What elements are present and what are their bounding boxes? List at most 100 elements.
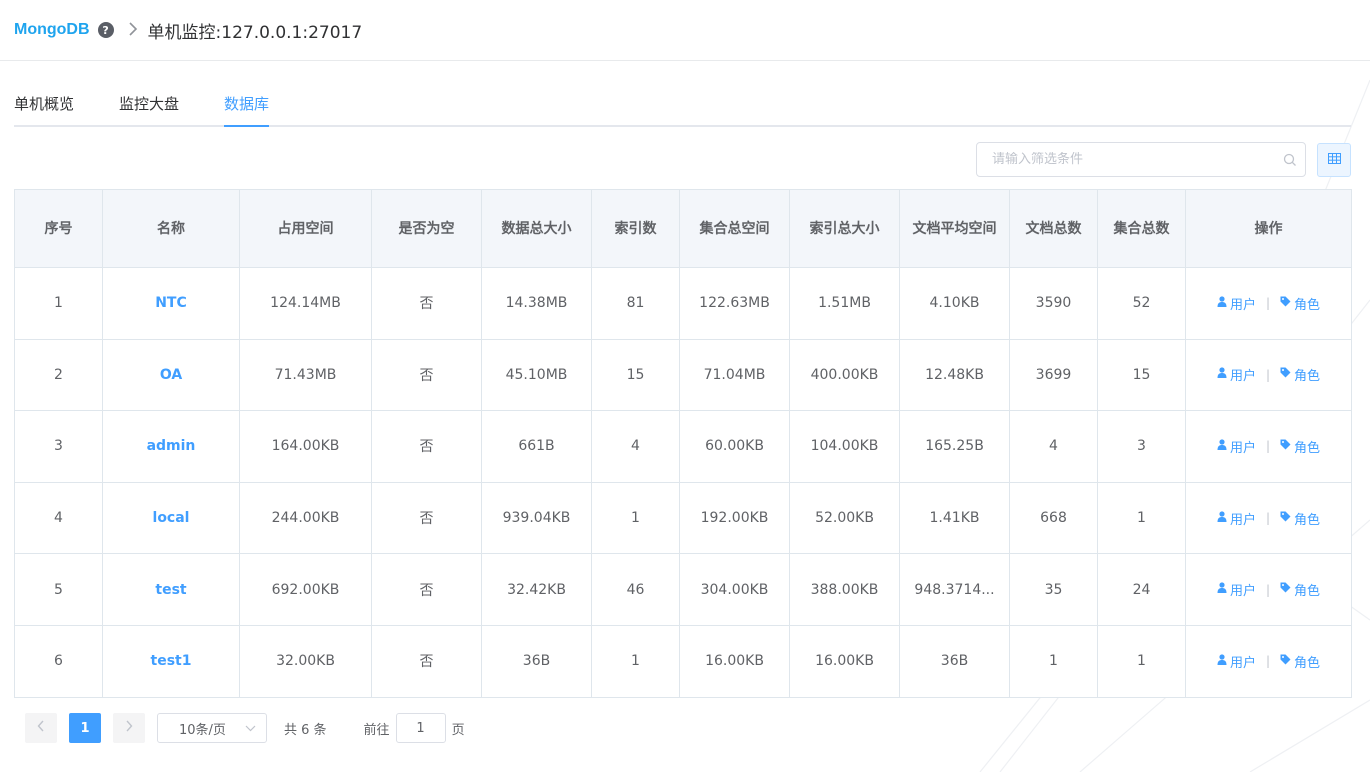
cell-data-size: 14.38MB [481, 267, 592, 340]
users-link[interactable]: 用户 [1217, 509, 1256, 528]
cell-collection-count: 24 [1097, 553, 1186, 626]
next-page-button[interactable] [113, 713, 145, 743]
cell-collection-size: 122.63MB [679, 267, 790, 340]
cell-collection-size: 71.04MB [679, 338, 790, 412]
goto-suffix: 页 [451, 722, 465, 738]
cell-name[interactable]: OA [102, 338, 240, 412]
cell-is-empty: 否 [371, 481, 482, 555]
cell-doc-count: 668 [1009, 481, 1098, 555]
action-divider: | [1265, 511, 1271, 526]
cell-name[interactable]: test1 [102, 624, 240, 698]
cell-doc-count: 1 [1009, 624, 1098, 698]
cell-index-count: 15 [591, 338, 680, 412]
user-icon [1217, 296, 1230, 311]
table-grid-button[interactable] [1317, 143, 1351, 177]
cell-index: 4 [14, 481, 103, 555]
cell-is-empty: 否 [371, 410, 482, 483]
user-icon [1217, 510, 1230, 526]
tag-icon [1280, 654, 1294, 669]
cell-index-count: 4 [591, 410, 680, 483]
cell-avg-doc-size: 165.25B [899, 410, 1010, 483]
cell-collection-size: 60.00KB [679, 410, 790, 483]
users-link[interactable]: 用户 [1217, 580, 1256, 599]
page-size-value: 10条/页 [179, 722, 226, 738]
users-link-label: 用户 [1229, 297, 1256, 313]
roles-link[interactable]: 角色 [1280, 365, 1320, 384]
cell-index-count: 46 [591, 553, 680, 626]
cell-index: 1 [14, 267, 103, 340]
col-avg-doc-size: 文档平均空间 [899, 189, 1010, 268]
cell-name[interactable]: test [102, 553, 240, 626]
top-header: MongoDB ? 单机监控:127.0.0.1:27017 [0, 0, 1370, 61]
roles-link[interactable]: 角色 [1280, 652, 1320, 671]
users-link[interactable]: 用户 [1217, 365, 1256, 384]
cell-index-size: 104.00KB [789, 410, 900, 483]
search-icon[interactable] [1275, 153, 1305, 167]
table-row: 3 admin 164.00KB 否 661B 4 60.00KB 104.00KB 165.2… [14, 410, 1352, 483]
page-number-button[interactable]: 1 [69, 713, 101, 743]
search-input[interactable] [992, 152, 1275, 167]
tag-icon [1280, 511, 1294, 526]
cell-storage-size: 164.00KB [239, 410, 372, 483]
cell-avg-doc-size: 948.3714... [899, 553, 1010, 626]
cell-name[interactable]: local [102, 481, 240, 555]
row-actions: 用户 | 角色 [1194, 652, 1343, 671]
cell-actions: 用户 | 角色 [1185, 624, 1352, 698]
cell-data-size: 36B [481, 624, 592, 698]
cell-collection-size: 192.00KB [679, 481, 790, 555]
brand-logo[interactable]: MongoDB [14, 21, 90, 39]
tab-databases[interactable]: 数据库 [224, 88, 270, 127]
cell-index-size: 52.00KB [789, 481, 900, 555]
cell-collection-count: 3 [1097, 410, 1186, 483]
cell-name[interactable]: admin [102, 410, 240, 483]
users-link[interactable]: 用户 [1217, 437, 1256, 456]
user-icon [1217, 582, 1230, 597]
tag-icon [1280, 367, 1294, 382]
users-link[interactable]: 用户 [1217, 294, 1256, 313]
cell-index: 2 [14, 338, 103, 412]
prev-page-button[interactable] [25, 713, 57, 743]
cell-actions: 用户 | 角色 [1185, 481, 1352, 555]
col-index-size: 索引总大小 [789, 189, 900, 268]
question-circle-icon[interactable]: ? [97, 22, 114, 38]
chevron-right-icon [128, 21, 138, 40]
goto-label: 前往 [363, 722, 390, 738]
action-divider: | [1265, 367, 1271, 382]
database-table: 序号 名称 占用空间 是否为空 数据总大小 索引数 集合总空间 索引总大小 文档平均空间 文档总数… [14, 189, 1352, 698]
table-row: 2 OA 71.43MB 否 45.10MB 15 71.04MB 400.00KB 12.48… [14, 338, 1352, 412]
cell-actions: 用户 | 角色 [1185, 267, 1352, 340]
cell-storage-size: 692.00KB [239, 553, 372, 626]
cell-is-empty: 否 [371, 553, 482, 626]
page-size-select[interactable]: 10条/页 [157, 713, 267, 743]
tab-dashboard[interactable]: 监控大盘 [119, 88, 179, 125]
pagination: 1 10条/页 共 6 条 前往 1 页 [25, 712, 465, 744]
cell-index-size: 400.00KB [789, 338, 900, 412]
roles-link[interactable]: 角色 [1280, 509, 1320, 528]
roles-link[interactable]: 角色 [1280, 580, 1320, 599]
col-collection-count: 集合总数 [1097, 189, 1186, 268]
user-icon [1217, 439, 1230, 454]
col-is-empty: 是否为空 [371, 189, 482, 268]
cell-name[interactable]: NTC [102, 267, 240, 340]
cell-is-empty: 否 [371, 267, 482, 340]
cell-actions: 用户 | 角色 [1185, 338, 1352, 412]
action-divider: | [1265, 654, 1271, 669]
tab-overview[interactable]: 单机概览 [14, 88, 74, 125]
roles-link[interactable]: 角色 [1280, 294, 1320, 313]
user-icon [1217, 654, 1230, 669]
col-collection-size: 集合总空间 [679, 189, 790, 268]
cell-is-empty: 否 [371, 624, 482, 698]
total-count: 共 6 条 [284, 722, 327, 738]
roles-link[interactable]: 角色 [1280, 437, 1320, 456]
table-header-row: 序号 名称 占用空间 是否为空 数据总大小 索引数 集合总空间 索引总大小 文档平均空间 文档总数… [14, 189, 1352, 268]
cell-storage-size: 32.00KB [239, 624, 372, 698]
search-field [976, 142, 1306, 177]
goto-page-input[interactable]: 1 [395, 713, 446, 743]
users-link[interactable]: 用户 [1217, 652, 1256, 671]
roles-link-label: 角色 [1294, 440, 1321, 456]
cell-collection-count: 15 [1097, 338, 1186, 412]
col-data-size: 数据总大小 [481, 189, 592, 268]
user-icon [1217, 367, 1230, 382]
chevron-left-icon [37, 720, 45, 736]
col-storage-size: 占用空间 [239, 189, 372, 268]
